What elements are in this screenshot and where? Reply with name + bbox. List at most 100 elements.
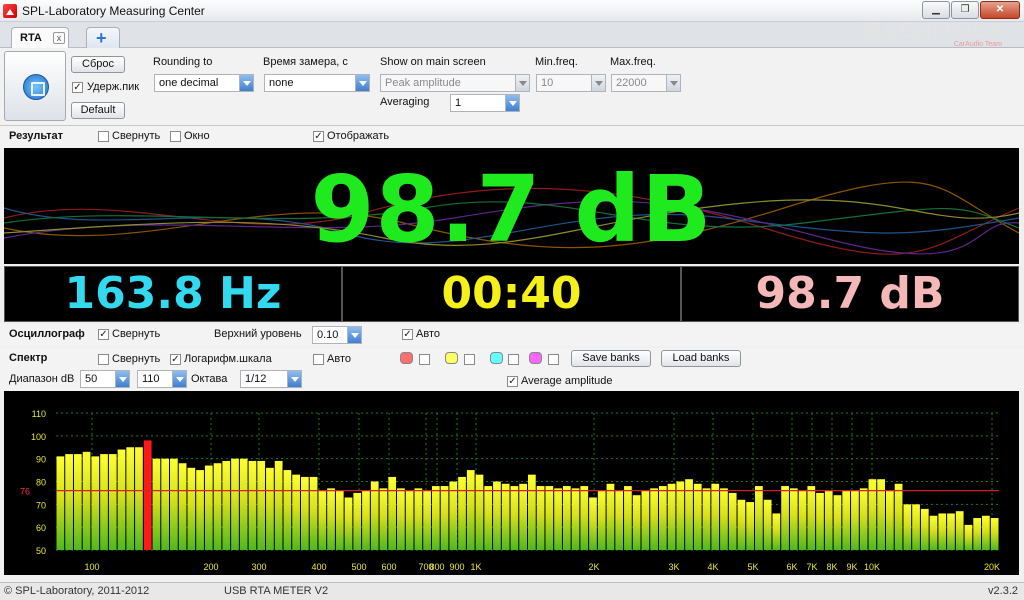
spectrum-bar	[746, 502, 755, 550]
spectrum-bar	[545, 486, 554, 550]
default-button[interactable]: Default	[71, 102, 125, 119]
bank-color-yellow[interactable]	[445, 352, 458, 364]
time-value: none	[269, 77, 294, 89]
spectrum-bar	[685, 479, 693, 550]
tab-rta[interactable]: RTA x	[11, 27, 69, 48]
maxfreq-value: 22000	[616, 77, 647, 89]
spectrum-bar	[327, 488, 335, 550]
load-banks-button[interactable]: Load banks	[661, 350, 741, 367]
spectrum-bar	[728, 492, 737, 550]
spectrum-bar	[170, 458, 178, 550]
device-name: USB RTA METER V2	[224, 585, 329, 597]
spectrum-bar	[720, 488, 728, 550]
save-banks-button[interactable]: Save banks	[571, 350, 651, 367]
spectrum-bar	[466, 470, 475, 550]
spectrum-bar	[606, 483, 615, 550]
spectrum-bar	[431, 486, 440, 550]
time-select[interactable]: none	[264, 74, 370, 92]
average-line-label: 76	[20, 487, 30, 497]
hold-peak-checkbox[interactable]: ✓	[72, 82, 83, 93]
minimize-button[interactable]: ▁	[922, 1, 950, 19]
db-range-min-select[interactable]: 50	[80, 370, 130, 388]
tab-rta-label: RTA	[20, 32, 42, 44]
y-tick-label: 50	[36, 546, 46, 556]
maximize-button[interactable]: ❐	[951, 1, 979, 19]
result-collapse-label: Свернуть	[112, 130, 161, 142]
db-range-max-value: 110	[142, 373, 160, 385]
stop-icon	[23, 74, 49, 100]
spectrum-bar	[178, 463, 187, 550]
minfreq-value: 10	[541, 77, 554, 89]
spectrum-bar	[231, 458, 239, 550]
spectrum-bar	[528, 474, 536, 550]
bank-cyan-checkbox[interactable]	[508, 354, 519, 365]
show-label: Show on main screen	[380, 56, 486, 68]
octave-select[interactable]: 1/12	[240, 370, 302, 388]
log-scale-checkbox[interactable]: ✓	[170, 354, 181, 365]
reset-button[interactable]: Сброс	[71, 56, 125, 73]
bank-color-cyan[interactable]	[490, 352, 503, 364]
bank-color-magenta[interactable]	[529, 352, 542, 364]
spectrum-bar	[947, 513, 955, 550]
result-section-label: Результат	[9, 130, 64, 142]
spectrum-section-header: Спектр Свернуть ✓ Логарифм.шкала Авто Sa…	[0, 348, 1024, 391]
result-display-checkbox[interactable]: ✓	[313, 131, 324, 142]
start-stop-button[interactable]	[4, 51, 66, 121]
spectrum-bar	[73, 454, 82, 550]
result-collapse-checkbox[interactable]	[98, 131, 109, 142]
spectrum-bar	[274, 460, 283, 550]
y-tick-label: 90	[36, 455, 46, 465]
spectrum-bar	[885, 490, 894, 550]
osc-auto-checkbox[interactable]: ✓	[402, 329, 413, 340]
spectrum-bar	[737, 499, 746, 550]
maxfreq-select[interactable]: 22000	[611, 74, 681, 92]
add-tab-button[interactable]: +	[86, 27, 120, 48]
result-window-label: Окно	[184, 130, 210, 142]
spectrum-bar	[877, 479, 885, 550]
result-display-label: Отображать	[327, 130, 390, 142]
db-range-max-select[interactable]: 110	[137, 370, 187, 388]
osc-level-select[interactable]: 0.10	[312, 326, 362, 344]
bank-color-red[interactable]	[400, 352, 413, 364]
minfreq-label: Min.freq.	[535, 56, 578, 68]
spectrum-section-label: Спектр	[9, 352, 48, 364]
hold-peak-label: Удерж.пик	[87, 81, 140, 93]
spectrum-bar	[266, 467, 274, 550]
spectrum-bar	[929, 515, 938, 550]
avg-amplitude-label: Average amplitude	[521, 375, 613, 387]
spectrum-bar	[213, 463, 222, 550]
osc-collapse-label: Свернуть	[112, 328, 161, 340]
spectrum-bar	[300, 476, 309, 550]
spectrum-bar	[982, 515, 990, 550]
spectrum-bar	[536, 486, 545, 550]
osc-section-label: Осциллограф	[9, 328, 85, 340]
x-tick-label: 10K	[864, 562, 880, 572]
spectrum-bar	[484, 486, 493, 550]
spectrum-bar	[912, 504, 920, 550]
osc-collapse-checkbox[interactable]: ✓	[98, 329, 109, 340]
x-tick-label: 900	[449, 562, 464, 572]
x-tick-label: 9K	[846, 562, 857, 572]
log-scale-label: Логарифм.шкала	[184, 353, 272, 365]
spectrum-collapse-checkbox[interactable]	[98, 354, 109, 365]
spectrum-auto-checkbox[interactable]	[313, 354, 324, 365]
avg-amplitude-checkbox[interactable]: ✓	[507, 376, 518, 387]
bank-yellow-checkbox[interactable]	[464, 354, 475, 365]
rounding-select[interactable]: one decimal	[154, 74, 254, 92]
spectrum-bar	[851, 490, 859, 550]
bank-magenta-checkbox[interactable]	[548, 354, 559, 365]
spectrum-bar	[920, 508, 929, 550]
result-window-checkbox[interactable]	[170, 131, 181, 142]
show-select[interactable]: Peak amplitude	[380, 74, 530, 92]
close-window-button[interactable]: ✕	[980, 1, 1020, 19]
averaging-select[interactable]: 1	[450, 94, 520, 112]
tab-close-icon[interactable]: x	[53, 32, 65, 44]
spectrum-bar	[335, 490, 344, 550]
x-tick-label: 2K	[588, 562, 599, 572]
spectrum-bar	[702, 488, 711, 550]
spectrum-bar	[65, 454, 73, 550]
window-controls: ▁ ❐ ✕	[922, 1, 1020, 19]
bank-red-checkbox[interactable]	[419, 354, 430, 365]
minfreq-select[interactable]: 10	[536, 74, 606, 92]
show-value: Peak amplitude	[385, 77, 461, 89]
